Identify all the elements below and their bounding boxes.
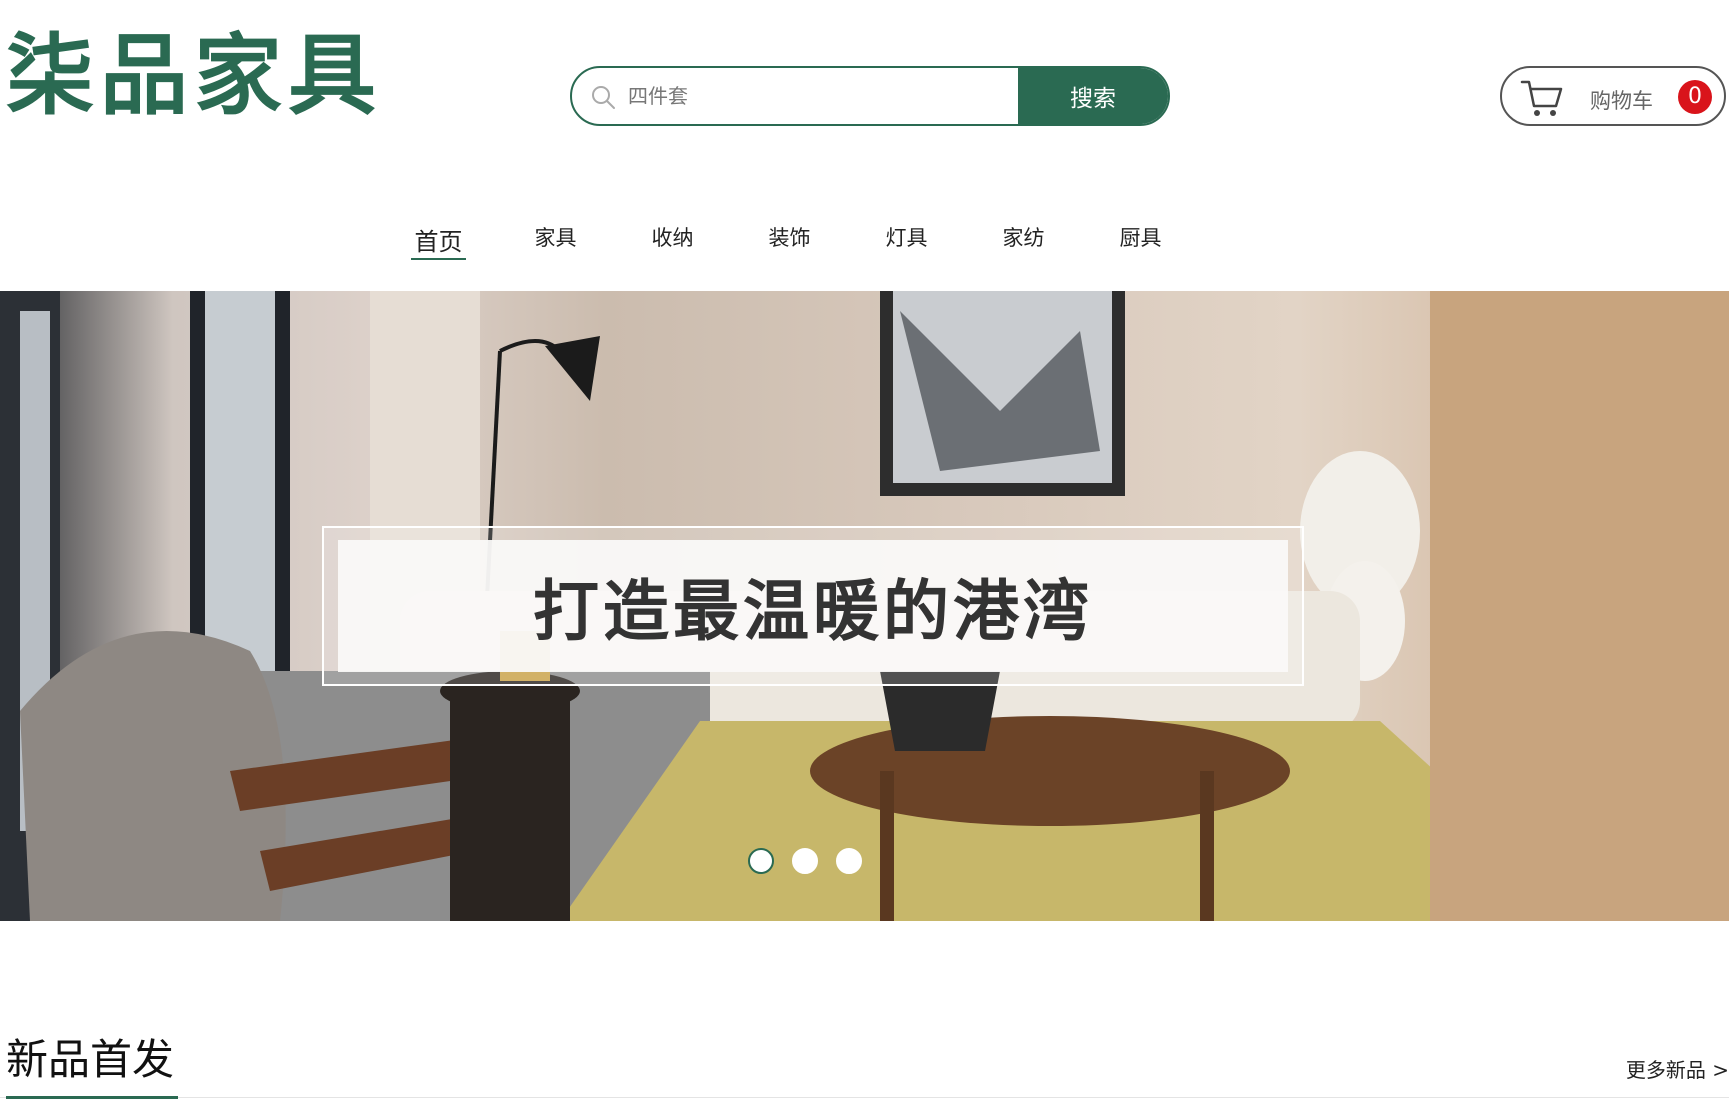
nav-item-kitchenware[interactable]: 厨具 xyxy=(1082,222,1199,262)
nav-item-home[interactable]: 首页 xyxy=(380,222,497,262)
search-bar: 搜索 xyxy=(570,66,1170,126)
search-input[interactable] xyxy=(626,68,1018,124)
cart-icon xyxy=(1518,76,1566,124)
main-nav: 首页 家具 收纳 装饰 灯具 家纺 厨具 xyxy=(380,222,1199,262)
cart-count-badge: 0 xyxy=(1678,80,1712,114)
nav-item-decor[interactable]: 装饰 xyxy=(731,222,848,262)
carousel-dot-3[interactable] xyxy=(836,848,862,874)
carousel-dots xyxy=(748,848,862,874)
cart-label: 购物车 xyxy=(1590,89,1653,113)
section-divider xyxy=(0,1097,1729,1098)
carousel-dot-1[interactable] xyxy=(748,848,774,874)
banner-caption: 打造最温暖的港湾 xyxy=(533,573,1093,650)
nav-item-lighting[interactable]: 灯具 xyxy=(848,222,965,262)
site-header: 柒品家具 搜索 购物车 0 xyxy=(0,0,1729,180)
cart-button[interactable]: 购物车 0 xyxy=(1500,66,1726,126)
search-icon xyxy=(572,68,626,124)
site-logo[interactable]: 柒品家具 xyxy=(6,26,382,126)
section-title: 新品首发 xyxy=(6,1035,175,1084)
banner-caption-frame: 打造最温暖的港湾 xyxy=(322,526,1304,686)
more-new-products-link[interactable]: 更多新品 > xyxy=(1626,1054,1729,1083)
nav-item-storage[interactable]: 收纳 xyxy=(614,222,731,262)
hero-banner[interactable]: 打造最温暖的港湾 xyxy=(0,291,1729,921)
search-button[interactable]: 搜索 xyxy=(1018,68,1168,124)
section-title-underline xyxy=(6,1096,178,1099)
nav-item-textiles[interactable]: 家纺 xyxy=(965,222,1082,262)
new-arrivals-section: 新品首发 更多新品 > xyxy=(0,1030,1729,1110)
banner-caption-box: 打造最温暖的港湾 xyxy=(338,540,1288,672)
nav-item-furniture[interactable]: 家具 xyxy=(497,222,614,262)
carousel-dot-2[interactable] xyxy=(792,848,818,874)
